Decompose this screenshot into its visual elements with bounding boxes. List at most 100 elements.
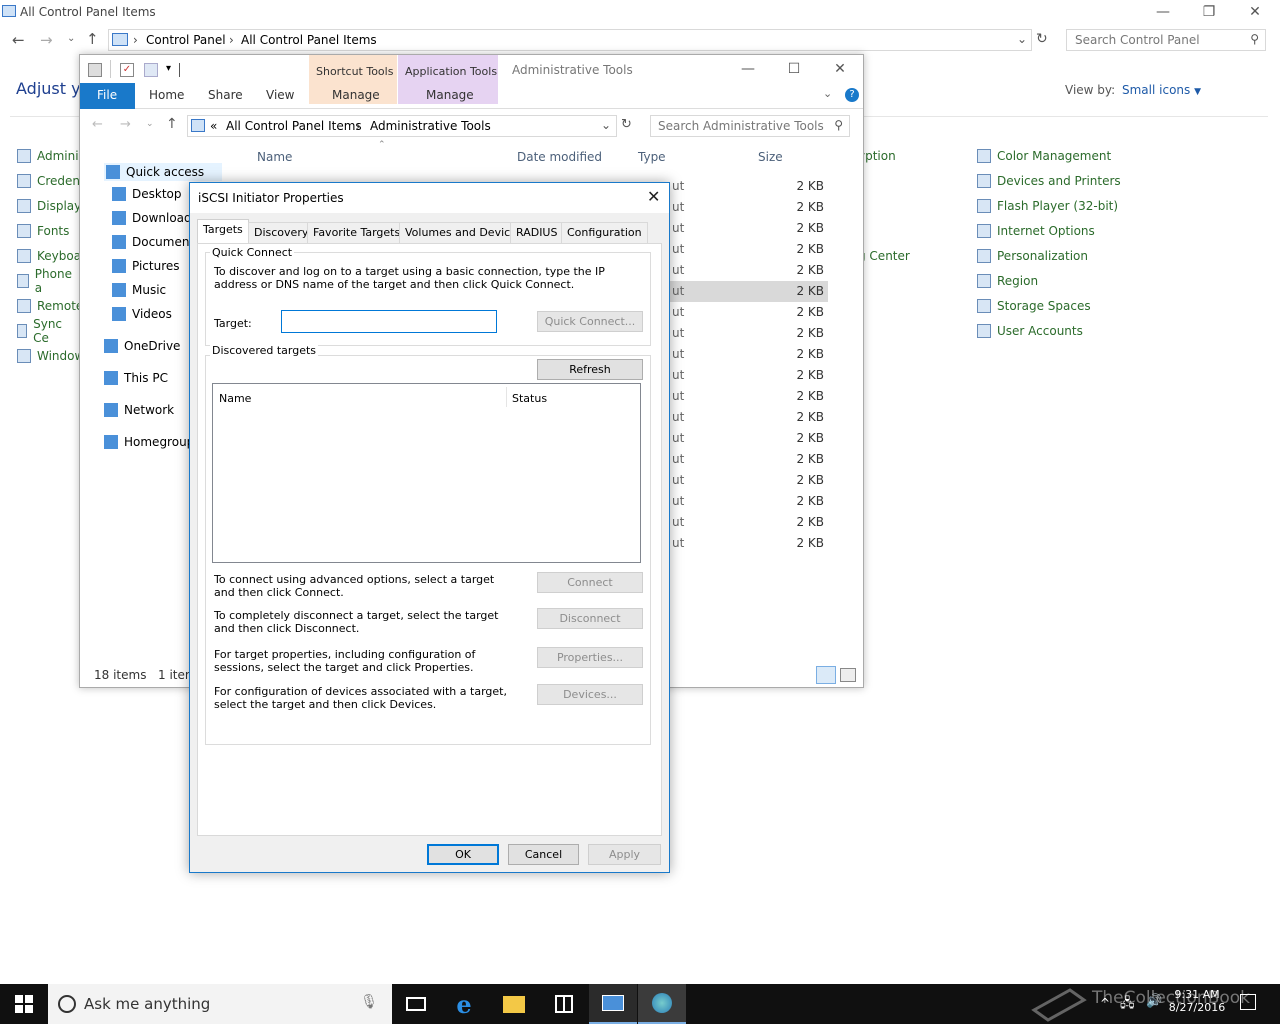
- close-button[interactable]: ✕: [817, 57, 863, 81]
- control-panel-item[interactable]: Credent: [17, 168, 85, 193]
- tab-share[interactable]: Share: [208, 88, 243, 102]
- control-panel-item[interactable]: g Center: [858, 243, 910, 268]
- recent-locations-icon[interactable]: ⌄: [146, 119, 154, 129]
- column-type[interactable]: Type: [638, 150, 666, 164]
- minimize-button[interactable]: —: [725, 57, 771, 81]
- forward-button[interactable]: →: [40, 31, 53, 49]
- back-button[interactable]: ←: [12, 31, 25, 49]
- apply-button[interactable]: Apply: [588, 844, 661, 865]
- column-header-name[interactable]: Name: [219, 392, 251, 405]
- ok-button[interactable]: OK: [427, 844, 499, 865]
- maximize-button[interactable]: ☐: [771, 57, 817, 81]
- checkmark-icon[interactable]: ✓: [120, 63, 134, 77]
- devices-button[interactable]: Devices...: [537, 684, 643, 705]
- tab-home[interactable]: Home: [149, 88, 184, 102]
- action-center-icon[interactable]: [1240, 994, 1256, 1010]
- disconnect-button[interactable]: Disconnect: [537, 608, 643, 629]
- new-folder-icon[interactable]: [144, 63, 158, 77]
- search-placeholder: Search Control Panel: [1075, 33, 1200, 47]
- control-panel-item[interactable]: Color Management: [977, 143, 1111, 168]
- column-size[interactable]: Size: [758, 150, 783, 164]
- column-header-status[interactable]: Status: [512, 392, 547, 405]
- iscsi-taskbar-button[interactable]: [638, 984, 686, 1024]
- breadcrumb-control-panel[interactable]: Control Panel: [146, 33, 226, 47]
- tab-file[interactable]: File: [80, 83, 135, 109]
- control-panel-item[interactable]: Flash Player (32-bit): [977, 193, 1118, 218]
- control-panel-item[interactable]: Sync Ce: [17, 317, 66, 345]
- properties-button[interactable]: Properties...: [537, 647, 643, 668]
- tab-targets[interactable]: Targets: [197, 219, 249, 244]
- connect-button[interactable]: Connect: [537, 572, 643, 593]
- store-button[interactable]: [540, 984, 588, 1024]
- control-panel-item[interactable]: Window: [17, 343, 84, 368]
- minimize-button[interactable]: —: [1140, 0, 1186, 24]
- chevron-right-icon: ›: [356, 119, 361, 133]
- task-view-button[interactable]: [392, 984, 440, 1024]
- chevron-down-icon[interactable]: ⌄: [1017, 32, 1027, 46]
- control-panel-taskbar-button[interactable]: [589, 984, 637, 1024]
- tab-configuration[interactable]: Configuration: [561, 222, 648, 243]
- back-button[interactable]: ←: [92, 117, 103, 132]
- breadcrumb-admin-tools[interactable]: Administrative Tools: [370, 119, 491, 133]
- search-input[interactable]: Search Control Panel ⚲: [1066, 29, 1266, 51]
- control-panel-item[interactable]: Devices and Printers: [977, 168, 1121, 193]
- address-bar[interactable]: › Control Panel › All Control Panel Item…: [108, 29, 1032, 51]
- up-button[interactable]: ↑: [86, 30, 99, 48]
- volume-icon[interactable]: 🔊: [1146, 994, 1162, 1009]
- breadcrumb-all-items[interactable]: All Control Panel Items: [241, 33, 377, 47]
- overflow-chevron[interactable]: «: [210, 119, 217, 133]
- recent-locations-icon[interactable]: ⌄: [67, 33, 75, 44]
- control-panel-item[interactable]: Phone a: [17, 267, 74, 295]
- control-panel-item[interactable]: Admini: [17, 143, 79, 168]
- up-button[interactable]: ↑: [166, 116, 178, 132]
- control-panel-item[interactable]: Personalization: [977, 243, 1088, 268]
- close-button[interactable]: ✕: [647, 187, 660, 206]
- tab-discovery[interactable]: Discovery: [248, 222, 315, 243]
- quick-connect-button[interactable]: Quick Connect...: [537, 311, 643, 332]
- expand-ribbon-icon[interactable]: ⌄: [823, 87, 832, 100]
- cortana-search-box[interactable]: Ask me anything 🎙: [48, 984, 392, 1024]
- control-panel-item[interactable]: Region: [977, 268, 1038, 293]
- file-explorer-button[interactable]: [490, 984, 538, 1024]
- control-panel-icon: [191, 119, 205, 132]
- targets-list[interactable]: Name Status: [212, 383, 641, 563]
- column-date-modified[interactable]: Date modified: [517, 150, 602, 164]
- clock[interactable]: 9:31 AM 8/27/2016: [1168, 988, 1226, 1014]
- large-icons-view-icon[interactable]: [840, 668, 856, 682]
- network-icon[interactable]: 🖧: [1120, 994, 1135, 1016]
- control-panel-item[interactable]: Display: [17, 193, 81, 218]
- start-button[interactable]: [0, 984, 48, 1024]
- tab-view[interactable]: View: [266, 88, 294, 102]
- control-panel-item[interactable]: Remote: [17, 293, 83, 318]
- target-input[interactable]: [281, 310, 497, 333]
- refresh-icon[interactable]: ↻: [621, 117, 632, 132]
- microphone-icon[interactable]: 🎙: [360, 994, 378, 1010]
- control-panel-item[interactable]: Fonts: [17, 218, 69, 243]
- control-panel-item[interactable]: Internet Options: [977, 218, 1095, 243]
- cancel-button[interactable]: Cancel: [508, 844, 579, 865]
- chevron-down-icon[interactable]: ⌄: [601, 118, 611, 132]
- close-button[interactable]: ✕: [1232, 0, 1278, 24]
- tab-radius[interactable]: RADIUS: [510, 222, 564, 243]
- help-icon[interactable]: ?: [845, 88, 859, 102]
- control-panel-item[interactable]: Storage Spaces: [977, 293, 1091, 318]
- tab-application-manage[interactable]: Manage: [426, 88, 474, 102]
- restore-button[interactable]: ❐: [1186, 0, 1232, 24]
- refresh-button[interactable]: Refresh: [537, 359, 643, 380]
- edge-button[interactable]: e: [440, 984, 488, 1024]
- breadcrumb-all-items[interactable]: All Control Panel Items: [226, 119, 362, 133]
- control-panel-item[interactable]: Keyboar: [17, 243, 86, 268]
- tab-favorite-targets[interactable]: Favorite Targets: [307, 222, 407, 243]
- details-view-icon[interactable]: [816, 666, 836, 684]
- view-by-dropdown[interactable]: Small icons ▼: [1122, 83, 1201, 97]
- refresh-icon[interactable]: ↻: [1036, 31, 1048, 47]
- explorer-search-input[interactable]: Search Administrative Tools ⚲: [650, 115, 850, 137]
- explorer-address-bar[interactable]: « All Control Panel Items › Administrati…: [187, 115, 617, 137]
- customize-toolbar-icon[interactable]: ▾: [166, 63, 171, 74]
- tab-shortcut-manage[interactable]: Manage: [332, 88, 380, 102]
- properties-icon[interactable]: [88, 63, 102, 77]
- column-name[interactable]: Name: [257, 150, 292, 164]
- forward-button[interactable]: →: [120, 117, 131, 132]
- control-panel-item[interactable]: User Accounts: [977, 318, 1083, 343]
- show-hidden-icons[interactable]: ^: [1100, 996, 1110, 1010]
